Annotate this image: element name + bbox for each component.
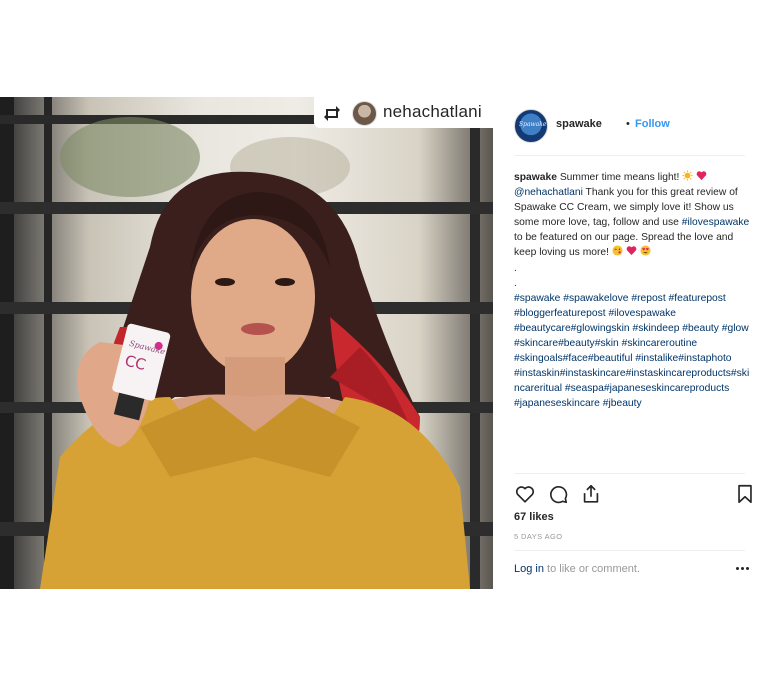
post-photo[interactable]: Spawake CC <box>0 97 493 589</box>
header-separator: • <box>626 118 630 130</box>
avatar-logo-text: Spawake <box>519 121 547 128</box>
header-username[interactable]: spawake <box>556 118 602 130</box>
post-caption: spawake Summer time means light! @nehach… <box>514 170 754 412</box>
repost-avatar[interactable] <box>352 101 377 126</box>
caption-dot-2: . <box>514 277 517 289</box>
caption-inline-hashtag[interactable]: #ilovespawake <box>682 217 750 228</box>
post-timestamp[interactable]: 5 DAYS AGO <box>514 532 562 541</box>
share-icon[interactable] <box>580 483 602 505</box>
post-side-panel: Spawake spawake • Follow spawake Summer … <box>493 97 767 589</box>
caption-username[interactable]: spawake <box>514 172 557 183</box>
repost-username[interactable]: nehachatlani <box>383 102 482 122</box>
login-prompt: Log in to like or comment. <box>514 563 749 575</box>
heart-emoji-icon <box>626 246 637 256</box>
action-bar <box>514 483 754 505</box>
caption-mention[interactable]: @nehachatlani <box>514 187 583 198</box>
account-avatar[interactable]: Spawake <box>514 109 548 143</box>
comment-icon[interactable] <box>547 483 569 505</box>
photo-illustration: Spawake CC <box>0 97 493 589</box>
heart-emoji-icon <box>696 171 707 181</box>
caption-line1: Summer time means light! <box>559 172 680 183</box>
heart-icon[interactable] <box>514 483 536 505</box>
header-divider <box>514 155 745 156</box>
login-link[interactable]: Log in <box>514 563 544 575</box>
follow-button[interactable]: Follow <box>635 118 670 130</box>
bookmark-icon[interactable] <box>734 483 756 505</box>
wink-emoji-icon <box>612 245 623 257</box>
repost-badge[interactable]: nehachatlani <box>314 97 493 128</box>
caption-hashtags[interactable]: #spawake #spawakelove #repost #featurepo… <box>514 293 749 410</box>
heart-eyes-emoji-icon <box>640 245 651 257</box>
repost-icon <box>324 106 340 121</box>
caption-dot-1: . <box>514 262 517 274</box>
comment-prompt-text: to like or comment. <box>547 563 640 575</box>
sun-emoji-icon <box>682 170 693 181</box>
actions-divider <box>514 473 745 474</box>
more-options-icon[interactable] <box>736 567 750 571</box>
caption-body2: to be featured on our page. Spread the l… <box>514 232 734 259</box>
comment-divider <box>514 550 745 551</box>
likes-count[interactable]: 67 likes <box>514 511 554 523</box>
post-header: Spawake spawake • Follow <box>514 109 754 143</box>
